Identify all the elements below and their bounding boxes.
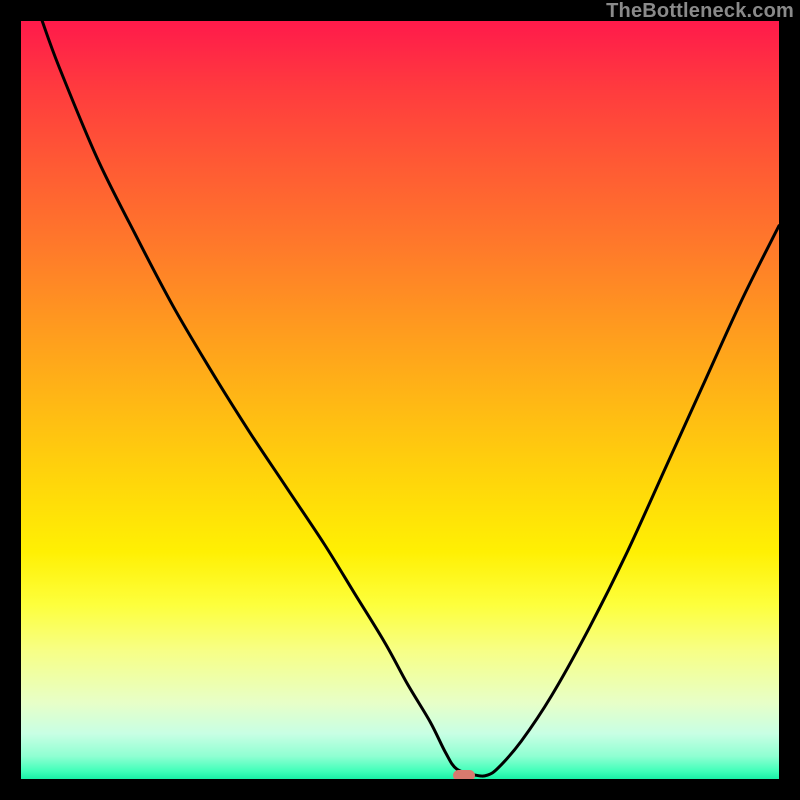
plot-area (21, 21, 779, 779)
chart-frame: TheBottleneck.com (0, 0, 800, 800)
watermark-text: TheBottleneck.com (606, 0, 794, 23)
optimal-marker (453, 770, 475, 779)
bottleneck-curve (21, 21, 779, 779)
